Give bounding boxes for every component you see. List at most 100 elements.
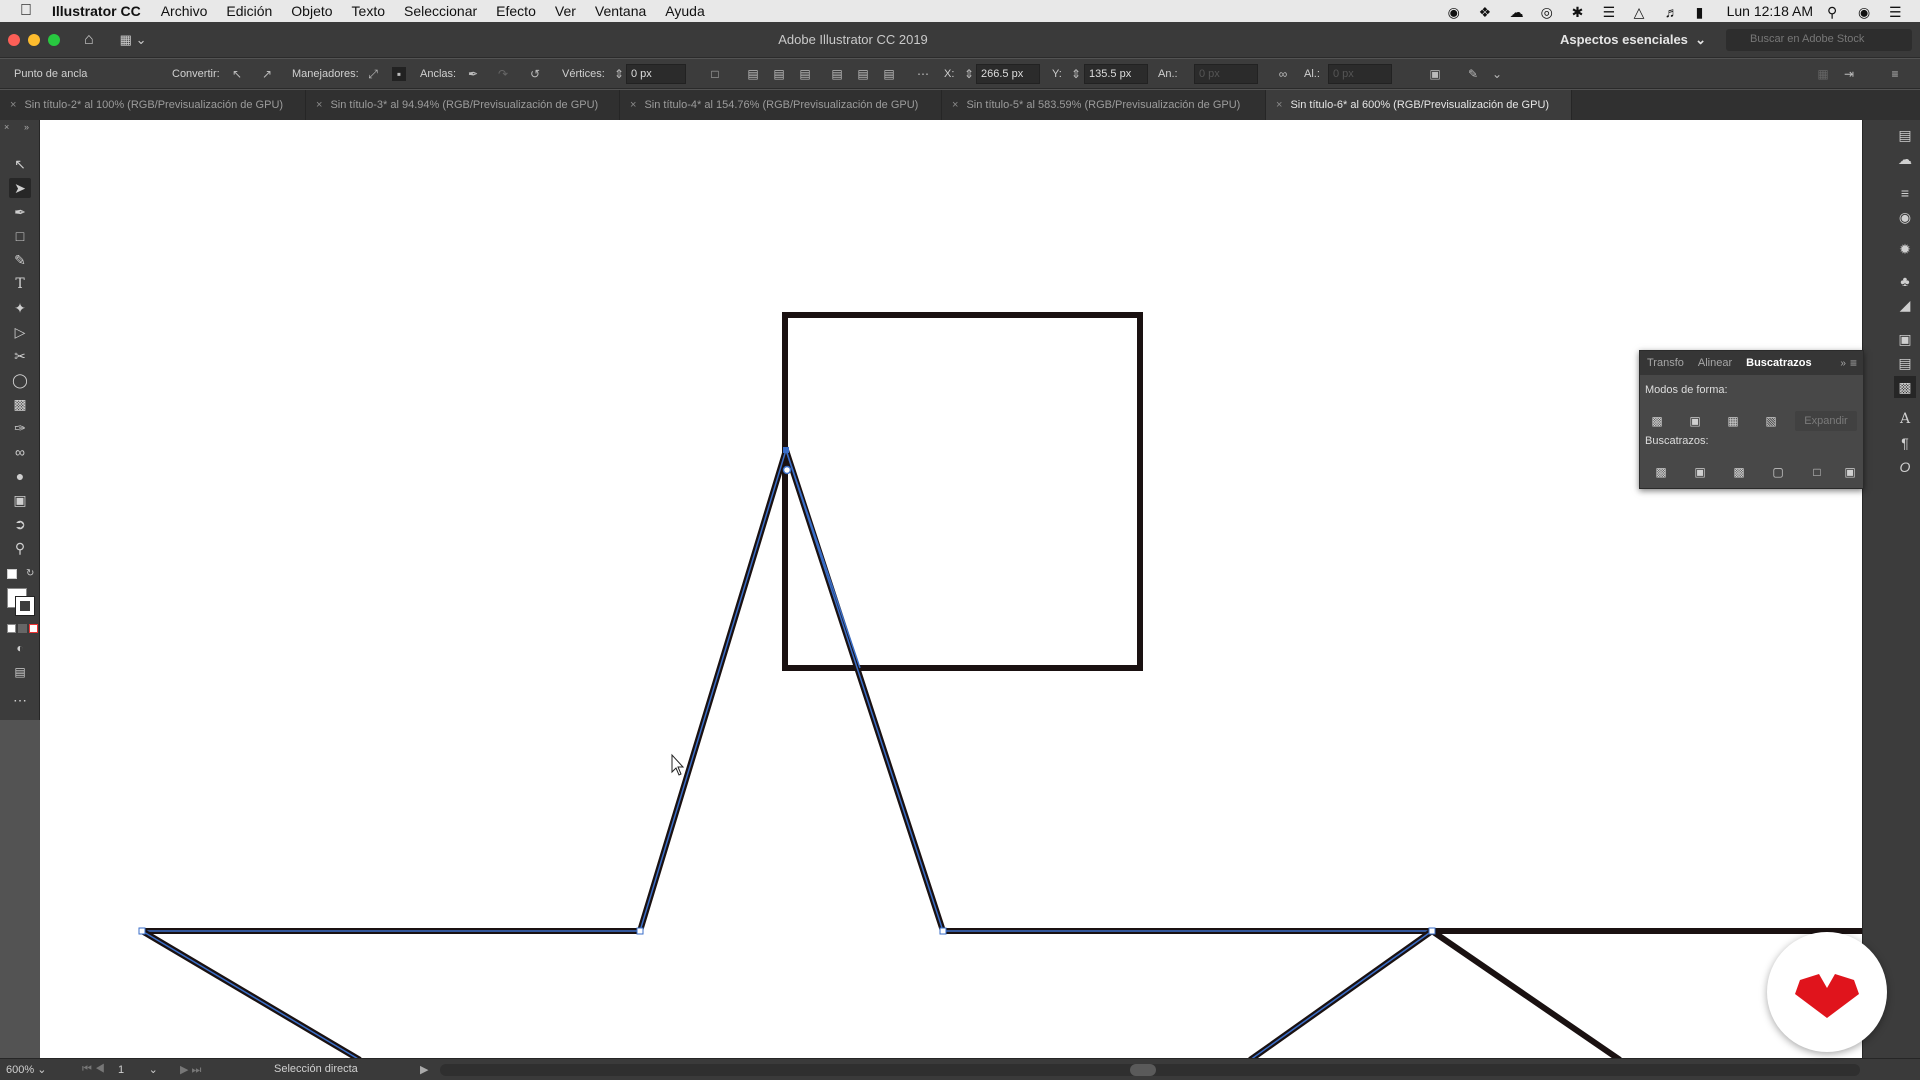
menu-edicion[interactable]: Edición xyxy=(226,3,272,19)
libraries-icon[interactable]: ☁ xyxy=(1894,148,1916,170)
align-top-icon[interactable]: ▤ xyxy=(830,67,844,81)
tab-align[interactable]: Alinear xyxy=(1691,357,1739,369)
none-mode-icon[interactable] xyxy=(29,624,38,633)
magic-wand-tool-icon[interactable]: ✦ xyxy=(9,298,31,318)
panel-toggle-icon[interactable]: ▦ xyxy=(1816,67,1830,81)
spotlight-search-icon[interactable]: ⚲ xyxy=(1827,4,1844,20)
last-artboard-icon[interactable]: ▶ ⏭ xyxy=(180,1063,201,1077)
scissors-tool-icon[interactable]: ✂ xyxy=(9,346,31,366)
align-hcenter-icon[interactable]: ▤ xyxy=(772,67,786,81)
creative-cloud-icon[interactable]: ☁ xyxy=(1510,4,1527,20)
selection-tool-icon[interactable]: ↖ xyxy=(9,154,31,174)
artboard-canvas[interactable] xyxy=(40,120,1862,1060)
stroke-color-swatch[interactable] xyxy=(15,596,35,616)
x-input[interactable]: 266.5 px xyxy=(976,64,1040,84)
divide-icon[interactable]: ▩ xyxy=(1652,464,1670,480)
symbols-icon[interactable]: ♣ xyxy=(1894,270,1916,292)
align-to-icon[interactable]: □ xyxy=(708,67,722,81)
hide-handles-icon[interactable]: ▪ xyxy=(392,67,406,81)
x-stepper-icon[interactable]: ⇕ xyxy=(962,67,976,81)
close-tab-icon[interactable]: × xyxy=(1276,99,1282,111)
clock[interactable]: Lun 12:18 AM xyxy=(1727,3,1813,19)
properties-icon[interactable]: ≡ xyxy=(1894,182,1916,204)
lasso-tool-icon[interactable]: ◯ xyxy=(9,370,31,390)
close-panel-icon[interactable]: × xyxy=(4,122,9,132)
anchor-point-valley-right[interactable] xyxy=(939,927,947,935)
apple-icon[interactable]:  xyxy=(0,2,52,20)
reflect-tool-icon[interactable]: ▷ xyxy=(9,322,31,342)
collapse-panel-icon[interactable]: » xyxy=(1840,358,1850,369)
minus-front-icon[interactable]: ▣ xyxy=(1686,413,1704,429)
transform-panel-icon[interactable]: ▣ xyxy=(1894,328,1916,350)
tab-document-6[interactable]: × Sin título-6* al 600% (RGB/Previsualiza… xyxy=(1266,90,1572,120)
tab-document-4[interactable]: × Sin título-4* al 154.76% (RGB/Previsual… xyxy=(620,90,942,120)
artboard-tool-icon[interactable]: ▣ xyxy=(9,490,31,510)
align-vcenter-icon[interactable]: ▤ xyxy=(856,67,870,81)
gradient-tool-icon[interactable]: ▩ xyxy=(9,394,31,414)
tab-document-3[interactable]: × Sin título-3* al 94.94% (RGB/Previsuali… xyxy=(306,90,620,120)
anchor-point-right[interactable] xyxy=(1428,927,1436,935)
siri-icon[interactable]: ◉ xyxy=(1858,4,1875,20)
trim-icon[interactable]: ▣ xyxy=(1691,464,1709,480)
menu-seleccionar[interactable]: Seleccionar xyxy=(404,3,477,19)
status-menu-icon[interactable]: ▶ xyxy=(420,1063,428,1076)
pin-tool-icon[interactable]: ➲ xyxy=(9,514,31,534)
corners-input[interactable]: 0 px xyxy=(626,64,686,84)
menu-archivo[interactable]: Archivo xyxy=(161,3,208,19)
type-tool-icon[interactable]: T xyxy=(9,274,31,294)
handle-point[interactable] xyxy=(782,465,792,475)
swap-colors-icon[interactable]: ↻ xyxy=(26,568,34,579)
record-icon[interactable]: ◉ xyxy=(1448,4,1465,20)
airplay-icon[interactable]: △ xyxy=(1634,4,1651,20)
outline-icon[interactable]: □ xyxy=(1808,464,1826,480)
tab-document-5[interactable]: × Sin título-5* al 583.59% (RGB/Previsual… xyxy=(942,90,1266,120)
corners-stepper-icon[interactable]: ⇕ xyxy=(612,67,626,81)
menu-objeto[interactable]: Objeto xyxy=(291,3,332,19)
right-diagonal-path[interactable] xyxy=(1430,928,1622,1060)
anchor-point-top[interactable] xyxy=(783,447,789,453)
close-tab-icon[interactable]: × xyxy=(630,99,636,111)
tab-document-2[interactable]: × Sin título-2* al 100% (RGB/Previsualiza… xyxy=(0,90,306,120)
width-input[interactable]: 0 px xyxy=(1194,64,1258,84)
exclude-icon[interactable]: ▧ xyxy=(1762,413,1780,429)
align-bottom-icon[interactable]: ▤ xyxy=(882,67,896,81)
expand-button[interactable]: Expandir xyxy=(1795,411,1857,431)
paragraph-panel-icon[interactable]: ¶ xyxy=(1894,432,1916,454)
zoom-tool-icon[interactable]: ⚲ xyxy=(9,538,31,558)
close-tab-icon[interactable]: × xyxy=(952,99,958,111)
menu-ayuda[interactable]: Ayuda xyxy=(665,3,704,19)
minus-back-icon[interactable]: ▣ xyxy=(1841,464,1859,480)
merge-icon[interactable]: ▩ xyxy=(1730,464,1748,480)
screen-mode-icon[interactable]: ▤ xyxy=(9,662,31,682)
first-artboard-icon[interactable]: ⏮ ◀ xyxy=(82,1063,105,1076)
unite-icon[interactable]: ▩ xyxy=(1648,413,1666,429)
tab-transform[interactable]: Transfo xyxy=(1640,357,1691,369)
intersect-icon[interactable]: ▦ xyxy=(1724,413,1742,429)
volume-icon[interactable]: ♬ xyxy=(1665,4,1682,20)
blend-tool-icon[interactable]: ∞ xyxy=(9,442,31,462)
collapse-panel-icon[interactable]: » xyxy=(24,122,29,132)
crop-icon[interactable]: ▢ xyxy=(1769,464,1787,480)
default-colors-icon[interactable] xyxy=(7,569,17,579)
color-mode-icon[interactable] xyxy=(7,624,16,633)
y-stepper-icon[interactable]: ⇕ xyxy=(1069,67,1083,81)
align-left-icon[interactable]: ▤ xyxy=(746,67,760,81)
align-right-icon[interactable]: ▤ xyxy=(798,67,812,81)
convert-corner-icon[interactable]: ↖ xyxy=(230,67,244,81)
pathfinder-panel-icon[interactable]: ▩ xyxy=(1894,376,1916,398)
notification-center-icon[interactable]: ☰ xyxy=(1889,4,1906,20)
artwork[interactable] xyxy=(40,120,1862,1060)
panel-menu-icon[interactable]: ≡ xyxy=(1850,356,1863,370)
dropdown-chevron-icon[interactable]: ⌄ xyxy=(1490,67,1504,81)
align-panel-icon[interactable]: ▤ xyxy=(1894,352,1916,374)
close-tab-icon[interactable]: × xyxy=(10,99,16,111)
pen-tool-icon[interactable]: ✒ xyxy=(9,202,31,222)
opentype-panel-icon[interactable]: O xyxy=(1894,456,1916,478)
anchor-point-valley-left[interactable] xyxy=(636,927,644,935)
eyedropper-tool-icon[interactable]: ✑ xyxy=(9,418,31,438)
control-bar-menu-icon[interactable]: ≡ xyxy=(1888,67,1902,81)
rectangle-tool-icon[interactable]: □ xyxy=(9,226,31,246)
bluetooth-icon[interactable]: ✱ xyxy=(1572,4,1589,20)
edit-toolbar-icon[interactable]: ⋯ xyxy=(9,690,31,710)
y-input[interactable]: 135.5 px xyxy=(1084,64,1148,84)
